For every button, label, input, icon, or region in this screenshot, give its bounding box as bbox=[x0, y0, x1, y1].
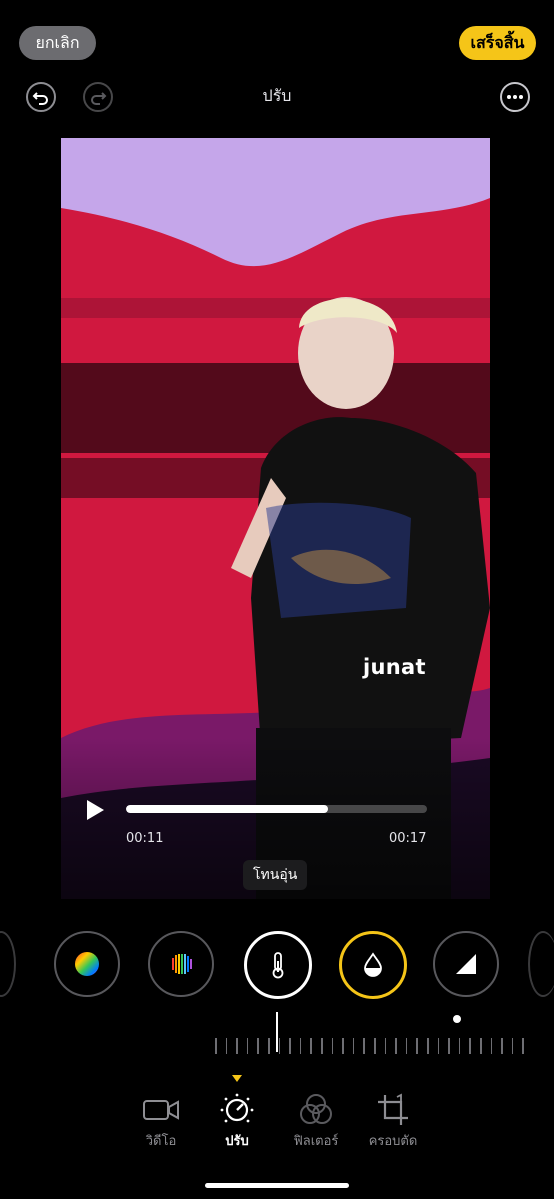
slider-tick bbox=[405, 1038, 408, 1054]
slider-tick bbox=[331, 1038, 334, 1054]
color-cast-button[interactable] bbox=[148, 931, 214, 997]
tab-video[interactable]: วิดีโอ bbox=[121, 1092, 201, 1151]
slider-tick bbox=[257, 1038, 259, 1054]
slider-tick bbox=[268, 1038, 270, 1054]
slider-value-dot bbox=[453, 1015, 461, 1023]
tab-label-adjust: ปรับ bbox=[225, 1134, 249, 1149]
slider-tick bbox=[501, 1038, 503, 1054]
tab-crop[interactable]: ครอบตัด bbox=[353, 1092, 433, 1151]
page-title: ปรับ bbox=[262, 86, 292, 105]
slider-tick bbox=[225, 1038, 228, 1054]
slider-tick bbox=[289, 1038, 291, 1054]
slider-tick bbox=[342, 1038, 344, 1054]
slider-tick bbox=[246, 1038, 249, 1054]
end-time: 00:17 bbox=[389, 831, 427, 846]
video-camera-icon bbox=[143, 1100, 179, 1120]
slider-tick bbox=[299, 1038, 302, 1054]
watermark-text: junat bbox=[363, 655, 426, 679]
playback-progress bbox=[126, 805, 328, 813]
play-icon[interactable] bbox=[87, 800, 104, 820]
tab-label-filters: ฟิลเตอร์ bbox=[293, 1134, 339, 1149]
tab-adjust[interactable]: ปรับ bbox=[197, 1092, 277, 1151]
slider-tick bbox=[448, 1038, 450, 1054]
slider-tick bbox=[416, 1038, 418, 1054]
adjust-dial-icon bbox=[220, 1093, 254, 1123]
slider-tick bbox=[236, 1038, 238, 1054]
slider-tick bbox=[310, 1038, 312, 1054]
video-preview[interactable]: junat bbox=[61, 138, 490, 899]
done-button[interactable]: เสร็จสิ้น bbox=[459, 26, 536, 60]
warmth-icon bbox=[272, 952, 284, 979]
slider-tick bbox=[352, 1038, 355, 1054]
slider-tick bbox=[458, 1038, 461, 1054]
slider-tick bbox=[511, 1038, 514, 1054]
tint-icon bbox=[364, 952, 382, 977]
tint-button[interactable] bbox=[339, 931, 407, 999]
filter-icon bbox=[300, 1094, 332, 1124]
adjustment-slider[interactable] bbox=[215, 1032, 530, 1054]
selected-tab-caret bbox=[232, 1075, 242, 1082]
slider-tick bbox=[490, 1038, 493, 1054]
adjustment-partial-right[interactable] bbox=[528, 931, 554, 997]
cancel-button[interactable]: ยกเลิก bbox=[19, 26, 96, 60]
tab-label-video: วิดีโอ bbox=[145, 1134, 177, 1149]
slider-tick bbox=[480, 1038, 482, 1054]
current-time: 00:11 bbox=[126, 831, 164, 846]
slider-tick bbox=[427, 1038, 429, 1054]
adjustment-name-label: โทนอุ่น bbox=[243, 860, 308, 890]
sharpness-icon bbox=[456, 954, 476, 974]
vibrance-button[interactable] bbox=[54, 931, 120, 997]
slider-tick bbox=[522, 1038, 524, 1054]
slider-tick bbox=[321, 1038, 323, 1054]
tab-label-crop: ครอบตัด bbox=[368, 1134, 418, 1149]
color-cast-icon bbox=[172, 954, 192, 974]
slider-tick bbox=[395, 1038, 397, 1054]
slider-tick bbox=[363, 1038, 365, 1054]
playback-scrubber[interactable] bbox=[126, 805, 427, 813]
slider-tick bbox=[437, 1038, 440, 1054]
slider-tick bbox=[278, 1038, 281, 1054]
home-indicator bbox=[205, 1183, 349, 1188]
tab-filters[interactable]: ฟิลเตอร์ bbox=[276, 1092, 356, 1151]
slider-center-marker bbox=[276, 1012, 278, 1052]
more-options-icon[interactable] bbox=[500, 82, 530, 112]
vibrance-icon bbox=[75, 952, 99, 976]
sharpness-button[interactable] bbox=[433, 931, 499, 997]
crop-icon bbox=[378, 1093, 408, 1125]
slider-tick bbox=[215, 1038, 217, 1054]
slider-tick bbox=[469, 1038, 471, 1054]
slider-tick bbox=[374, 1038, 376, 1054]
warmth-button[interactable] bbox=[244, 931, 312, 999]
adjustment-partial-left[interactable] bbox=[0, 931, 16, 997]
slider-tick bbox=[384, 1038, 387, 1054]
